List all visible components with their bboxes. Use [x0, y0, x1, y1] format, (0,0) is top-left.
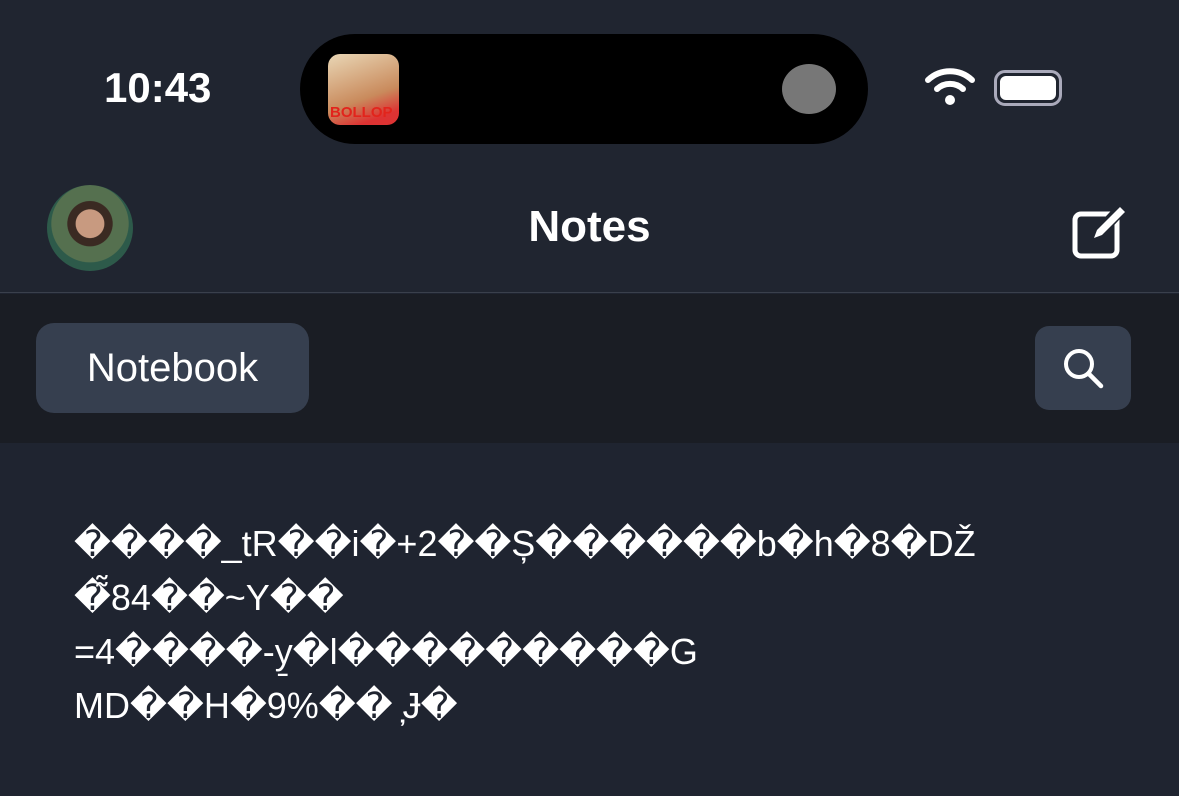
- clock: 10:43: [104, 64, 212, 111]
- audio-indicator-icon: [782, 64, 836, 114]
- compose-icon[interactable]: [1070, 202, 1130, 262]
- note-line: ����_tR��i�+2��Ș������b�h�8�DŽ: [74, 523, 976, 564]
- search-icon: [1064, 349, 1104, 389]
- dynamic-island[interactable]: BOLLOP: [300, 34, 868, 144]
- note-line: �̃̃84��~Y��: [74, 577, 344, 618]
- toolbar: Notebook: [0, 294, 1179, 443]
- page-title: Notes: [528, 202, 651, 251]
- battery-icon: [994, 70, 1062, 106]
- now-playing-artwork[interactable]: BOLLOP: [328, 54, 399, 125]
- artwork-text: BOLLOP: [330, 104, 393, 121]
- search-button[interactable]: [1035, 326, 1131, 410]
- notebook-button[interactable]: Notebook: [36, 323, 309, 413]
- navigation-bar: Notes: [0, 180, 1179, 293]
- note-line: =4����-y̱�l���������G: [74, 631, 698, 672]
- note-content[interactable]: ����_tR��i�+2��Ș������b�h�8�DŽ �̃̃84��~Y…: [74, 520, 1134, 736]
- wifi-icon: [925, 68, 975, 105]
- status-bar: 10:43 BOLLOP: [0, 0, 1179, 180]
- note-line: MD��H�9%�� ̦Ɉ�: [74, 685, 458, 726]
